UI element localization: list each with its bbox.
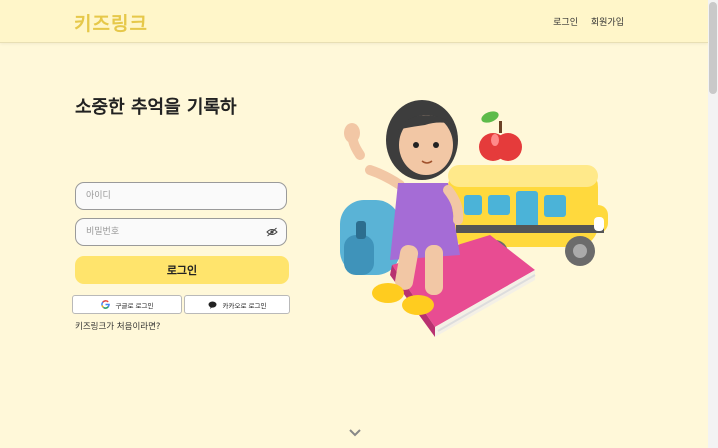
hero-illustration xyxy=(340,100,608,337)
backpack xyxy=(340,200,400,275)
google-icon xyxy=(100,300,110,309)
password-input[interactable] xyxy=(76,219,266,245)
header: 키즈링크 로그인 회원가입 xyxy=(0,0,708,43)
google-login-button[interactable]: 구글로 로그인 xyxy=(72,295,182,314)
top-nav: 로그인 회원가입 xyxy=(543,15,624,28)
kakao-login-label: 카카오로 로그인 xyxy=(222,301,267,310)
nav-signup-link[interactable]: 회원가입 xyxy=(591,18,624,28)
scrollbar-thumb[interactable] xyxy=(709,2,717,94)
logo[interactable]: 키즈링크 xyxy=(74,9,148,36)
password-field[interactable] xyxy=(75,218,287,246)
google-login-label: 구글로 로그인 xyxy=(115,301,154,310)
apple xyxy=(479,111,522,161)
login-button[interactable]: 로그인 xyxy=(75,256,289,284)
kakao-icon xyxy=(208,300,217,309)
nav-login-link[interactable]: 로그인 xyxy=(553,18,578,28)
id-input[interactable] xyxy=(76,183,266,209)
page-headline: 소중한 추억을 기록하 xyxy=(75,97,237,118)
first-time-link[interactable]: 키즈링크가 처음이라면? xyxy=(75,320,160,332)
chevron-down-icon[interactable] xyxy=(348,428,362,438)
scrollbar[interactable] xyxy=(708,0,718,448)
id-field[interactable] xyxy=(75,182,287,210)
eye-off-icon[interactable] xyxy=(266,227,278,237)
kakao-login-button[interactable]: 카카오로 로그인 xyxy=(184,295,290,314)
